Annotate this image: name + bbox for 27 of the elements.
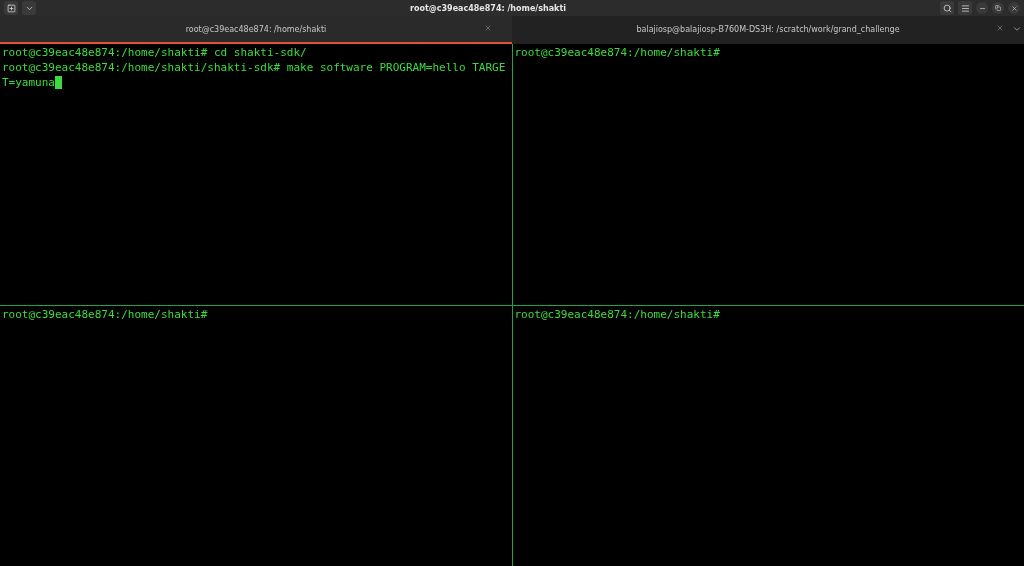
terminal-line: root@c39eac48e874:/home/shakti/shakti-sdk# make software PROGRAM=hello TARGE (2, 60, 506, 75)
restore-icon (995, 5, 1001, 11)
terminal-line: root@c39eac48e874:/home/shakti# cd shakti-sdk/ (2, 45, 307, 60)
terminal-pane[interactable]: root@c39eac48e874:/home/shakti# (512, 44, 1024, 305)
terminal-line: root@c39eac48e874:/home/shakti# (514, 306, 720, 322)
close-button[interactable] (1008, 2, 1020, 14)
menu-icon (960, 3, 970, 13)
chevron-down-icon[interactable] (1012, 24, 1022, 34)
terminal-line: T=yamuna (2, 75, 55, 90)
maximize-button[interactable] (992, 2, 1004, 14)
search-icon (942, 3, 952, 13)
minimize-button[interactable] (976, 2, 988, 14)
terminal-pane[interactable]: root@c39eac48e874:/home/shakti# (0, 305, 512, 566)
terminal-line: root@c39eac48e874:/home/shakti# (2, 306, 208, 322)
search-button[interactable] (940, 1, 954, 15)
close-icon (1010, 4, 1018, 12)
terminal-pane[interactable]: root@c39eac48e874:/home/shakti# cd shakti-sdk/ root@c39eac48e874:/home/shakti/shakti-sdk# make software PROGRAM=hello TARGE T=yamuna (0, 44, 512, 305)
new-tab-button[interactable] (4, 1, 18, 15)
terminal-pane[interactable]: root@c39eac48e874:/home/shakti# (512, 305, 1024, 566)
menu-button[interactable] (958, 1, 972, 15)
new-tab-icon (6, 3, 16, 13)
close-icon[interactable] (484, 24, 492, 32)
terminal-line: root@c39eac48e874:/home/shakti# (514, 45, 720, 60)
tab[interactable]: root@c39eac48e874: /home/shakti (0, 16, 512, 44)
close-icon[interactable] (996, 24, 1004, 32)
window-title: root@c39eac48e874: /home/shakti (409, 3, 567, 13)
dropdown-button[interactable] (22, 1, 36, 15)
